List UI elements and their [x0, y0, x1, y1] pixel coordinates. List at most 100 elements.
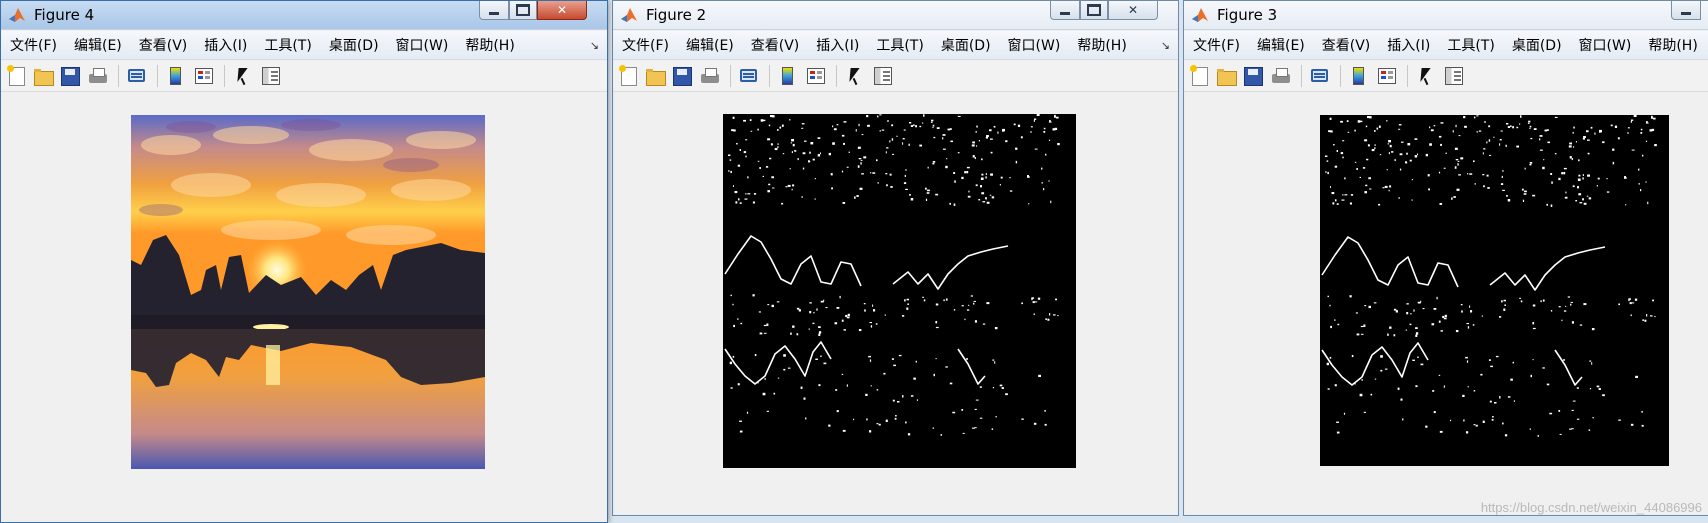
- link-plot-icon[interactable]: [739, 66, 759, 86]
- insert-colorbar-icon[interactable]: [166, 66, 186, 86]
- maximize-button[interactable]: [1080, 1, 1108, 20]
- edge-speckle: [906, 298, 909, 301]
- new-figure-icon[interactable]: [1190, 65, 1208, 86]
- edge-speckle: [1414, 138, 1418, 140]
- menu-help[interactable]: 帮助(H): [465, 35, 514, 55]
- menu-desktop[interactable]: 桌面(D): [329, 35, 379, 55]
- edge-speckle: [887, 120, 889, 122]
- menu-window[interactable]: 窗口(W): [1008, 35, 1061, 55]
- edge-speckle: [1572, 185, 1575, 188]
- menu-view[interactable]: 查看(V): [139, 35, 188, 55]
- print-figure-icon[interactable]: [88, 66, 108, 86]
- menu-help[interactable]: 帮助(H): [1077, 35, 1126, 55]
- menu-insert[interactable]: 插入(I): [816, 35, 859, 55]
- edge-speckle: [1371, 149, 1375, 152]
- new-figure-icon[interactable]: [7, 65, 25, 86]
- menu-file[interactable]: 文件(F): [10, 35, 57, 55]
- edge-speckle: [976, 125, 978, 128]
- edge-speckle: [1013, 123, 1016, 126]
- minimize-button[interactable]: [1671, 1, 1701, 20]
- edge-speckle: [1430, 129, 1434, 132]
- menu-edit[interactable]: 编辑(E): [686, 35, 734, 55]
- close-button[interactable]: ✕: [1108, 1, 1158, 20]
- edge-speckle: [1598, 388, 1601, 390]
- figure3-titlebar[interactable]: Figure 3: [1184, 1, 1708, 30]
- save-figure-icon[interactable]: [1244, 67, 1263, 86]
- menu-window[interactable]: 窗口(W): [1579, 35, 1632, 55]
- menu-view[interactable]: 查看(V): [1322, 35, 1371, 55]
- menu-desktop[interactable]: 桌面(D): [941, 35, 991, 55]
- print-figure-icon[interactable]: [700, 66, 720, 86]
- menu-view[interactable]: 查看(V): [751, 35, 800, 55]
- edge-speckle: [781, 202, 784, 205]
- menu-desktop[interactable]: 桌面(D): [1512, 35, 1562, 55]
- minimize-button[interactable]: [479, 1, 509, 20]
- edge-speckle: [980, 185, 982, 188]
- menu-window[interactable]: 窗口(W): [396, 35, 449, 55]
- edge-speckle: [1043, 127, 1046, 130]
- edge-speckle: [1034, 301, 1038, 303]
- edge-speckle: [1549, 412, 1553, 415]
- insert-legend-icon[interactable]: [1377, 66, 1397, 86]
- menu-help[interactable]: 帮助(H): [1648, 35, 1697, 55]
- edge-speckle: [792, 184, 795, 187]
- figure2-window: Figure 2 ✕ 文件(F) 编辑(E) 查看(V) 插入(I) 工具(T)…: [612, 0, 1179, 516]
- figure4-titlebar[interactable]: Figure 4 ✕: [1, 1, 607, 30]
- dock-arrow-icon[interactable]: ↘: [590, 39, 599, 52]
- open-file-icon[interactable]: [645, 66, 666, 86]
- link-plot-icon[interactable]: [127, 66, 147, 86]
- figure2-titlebar[interactable]: Figure 2 ✕: [613, 1, 1178, 30]
- edge-speckle: [971, 144, 975, 147]
- menu-tools[interactable]: 工具(T): [1447, 35, 1494, 55]
- edge-speckle: [1578, 193, 1582, 196]
- print-figure-icon[interactable]: [1271, 66, 1291, 86]
- edge-speckle: [728, 154, 731, 156]
- menu-insert[interactable]: 插入(I): [1387, 35, 1430, 55]
- menu-tools[interactable]: 工具(T): [876, 35, 923, 55]
- edge-speckle: [981, 173, 984, 176]
- close-button[interactable]: ✕: [537, 1, 587, 20]
- window-title: Figure 2: [646, 6, 707, 24]
- insert-colorbar-icon[interactable]: [778, 66, 798, 86]
- menu-bar: 文件(F) 编辑(E) 查看(V) 插入(I) 工具(T) 桌面(D) 窗口(W…: [1, 31, 607, 60]
- menu-edit[interactable]: 编辑(E): [1257, 35, 1305, 55]
- property-inspector-icon[interactable]: [873, 66, 893, 86]
- insert-legend-icon[interactable]: [194, 66, 214, 86]
- edge-speckle: [1524, 190, 1527, 193]
- property-inspector-icon[interactable]: [261, 66, 281, 86]
- new-figure-icon[interactable]: [619, 65, 637, 86]
- edge-speckle: [1009, 177, 1011, 179]
- insert-colorbar-icon[interactable]: [1349, 66, 1369, 86]
- open-file-icon[interactable]: [33, 66, 54, 86]
- edge-speckle: [1364, 191, 1367, 194]
- maximize-button[interactable]: [509, 1, 537, 20]
- edge-speckle: [798, 309, 801, 312]
- edge-speckle: [832, 125, 834, 128]
- save-figure-icon[interactable]: [61, 67, 80, 86]
- minimize-button[interactable]: [1050, 1, 1080, 20]
- edit-plot-arrow-icon[interactable]: [233, 66, 253, 86]
- edge-speckle: [1359, 393, 1363, 397]
- edge-speckle: [913, 377, 916, 380]
- menu-file[interactable]: 文件(F): [622, 35, 669, 55]
- edge-speckle: [957, 115, 961, 117]
- edge-speckle: [1631, 119, 1634, 121]
- edge-speckle: [1532, 194, 1536, 197]
- edit-plot-arrow-icon[interactable]: [845, 66, 865, 86]
- menu-insert[interactable]: 插入(I): [204, 35, 247, 55]
- menu-edit[interactable]: 编辑(E): [74, 35, 122, 55]
- edge-speckle: [923, 114, 925, 117]
- insert-legend-icon[interactable]: [806, 66, 826, 86]
- save-figure-icon[interactable]: [673, 67, 692, 86]
- open-file-icon[interactable]: [1216, 66, 1237, 86]
- edge-speckle: [1499, 396, 1501, 399]
- link-plot-icon[interactable]: [1310, 66, 1330, 86]
- edge-speckle: [1394, 159, 1396, 162]
- property-inspector-icon[interactable]: [1444, 66, 1464, 86]
- dock-arrow-icon[interactable]: ↘: [1161, 39, 1170, 52]
- edit-plot-arrow-icon[interactable]: [1416, 66, 1436, 86]
- edge-speckle: [1326, 160, 1329, 162]
- edge-speckle: [758, 311, 761, 313]
- menu-file[interactable]: 文件(F): [1193, 35, 1240, 55]
- menu-tools[interactable]: 工具(T): [264, 35, 311, 55]
